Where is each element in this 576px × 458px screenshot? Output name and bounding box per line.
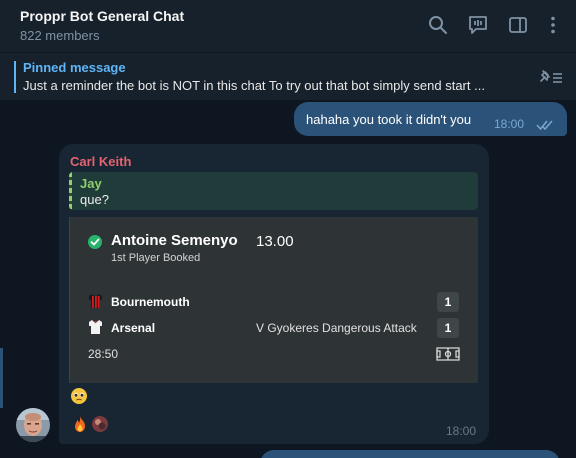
pitch-icon — [436, 347, 460, 361]
live-stream-icon[interactable] — [467, 14, 489, 36]
team-home-name: Bournemouth — [111, 295, 190, 309]
sender-avatar[interactable] — [16, 408, 50, 442]
team-away-event: V Gyokeres Dangerous Attack — [256, 321, 417, 335]
bet-odds: 13.00 — [256, 233, 294, 250]
member-count: 822 members — [20, 28, 100, 43]
search-icon[interactable] — [427, 14, 449, 36]
sender-name[interactable]: Carl Keith — [70, 154, 131, 169]
pinned-title: Pinned message — [23, 60, 126, 75]
reply-author: Jay — [80, 176, 102, 191]
pin-list-icon[interactable] — [537, 67, 565, 87]
double-check-icon — [536, 118, 554, 131]
sidebar-icon[interactable] — [507, 14, 529, 36]
team-away-score: 1 — [437, 318, 459, 338]
incoming-message[interactable]: Carl Keith Jay que? Antoine Semenyo 13.0… — [59, 144, 489, 444]
next-outgoing-message[interactable] — [260, 450, 560, 458]
outgoing-message-time: 18:00 — [494, 117, 525, 131]
pinned-message-bar[interactable]: Pinned message Just a reminder the bot i… — [0, 52, 576, 100]
arsenal-shirt-icon — [88, 319, 103, 335]
reply-text: que? — [80, 192, 109, 207]
bet-market: 1st Player Booked — [111, 252, 201, 264]
chat-title[interactable]: Proppr Bot General Chat — [20, 8, 184, 24]
pinned-text: Just a reminder the bot is NOT in this c… — [23, 78, 485, 93]
reply-accent-bar — [69, 172, 72, 210]
bournemouth-shirt-icon — [88, 293, 103, 309]
reply-quote[interactable]: Jay que? — [69, 172, 478, 210]
check-circle-icon — [87, 234, 103, 250]
match-clock: 28:50 — [88, 347, 119, 361]
pleading-face-emoji-icon — [70, 387, 88, 405]
reaction-fire[interactable] — [70, 414, 112, 434]
bet-card: Antoine Semenyo 13.00 1st Player Booked … — [69, 217, 478, 383]
outgoing-message-text: hahaha you took it didn't you — [306, 112, 472, 127]
player-name: Antoine Semenyo — [111, 232, 238, 249]
more-vertical-icon[interactable] — [542, 14, 564, 36]
scroll-indicator — [0, 348, 3, 408]
pinned-accent-bar — [14, 61, 16, 93]
message-time: 18:00 — [446, 424, 477, 438]
outgoing-message[interactable]: hahaha you took it didn't you 18:00 — [294, 102, 567, 136]
chat-header: Proppr Bot General Chat 822 members — [0, 0, 576, 52]
team-home-score: 1 — [437, 292, 459, 312]
team-away-name: Arsenal — [111, 321, 156, 335]
